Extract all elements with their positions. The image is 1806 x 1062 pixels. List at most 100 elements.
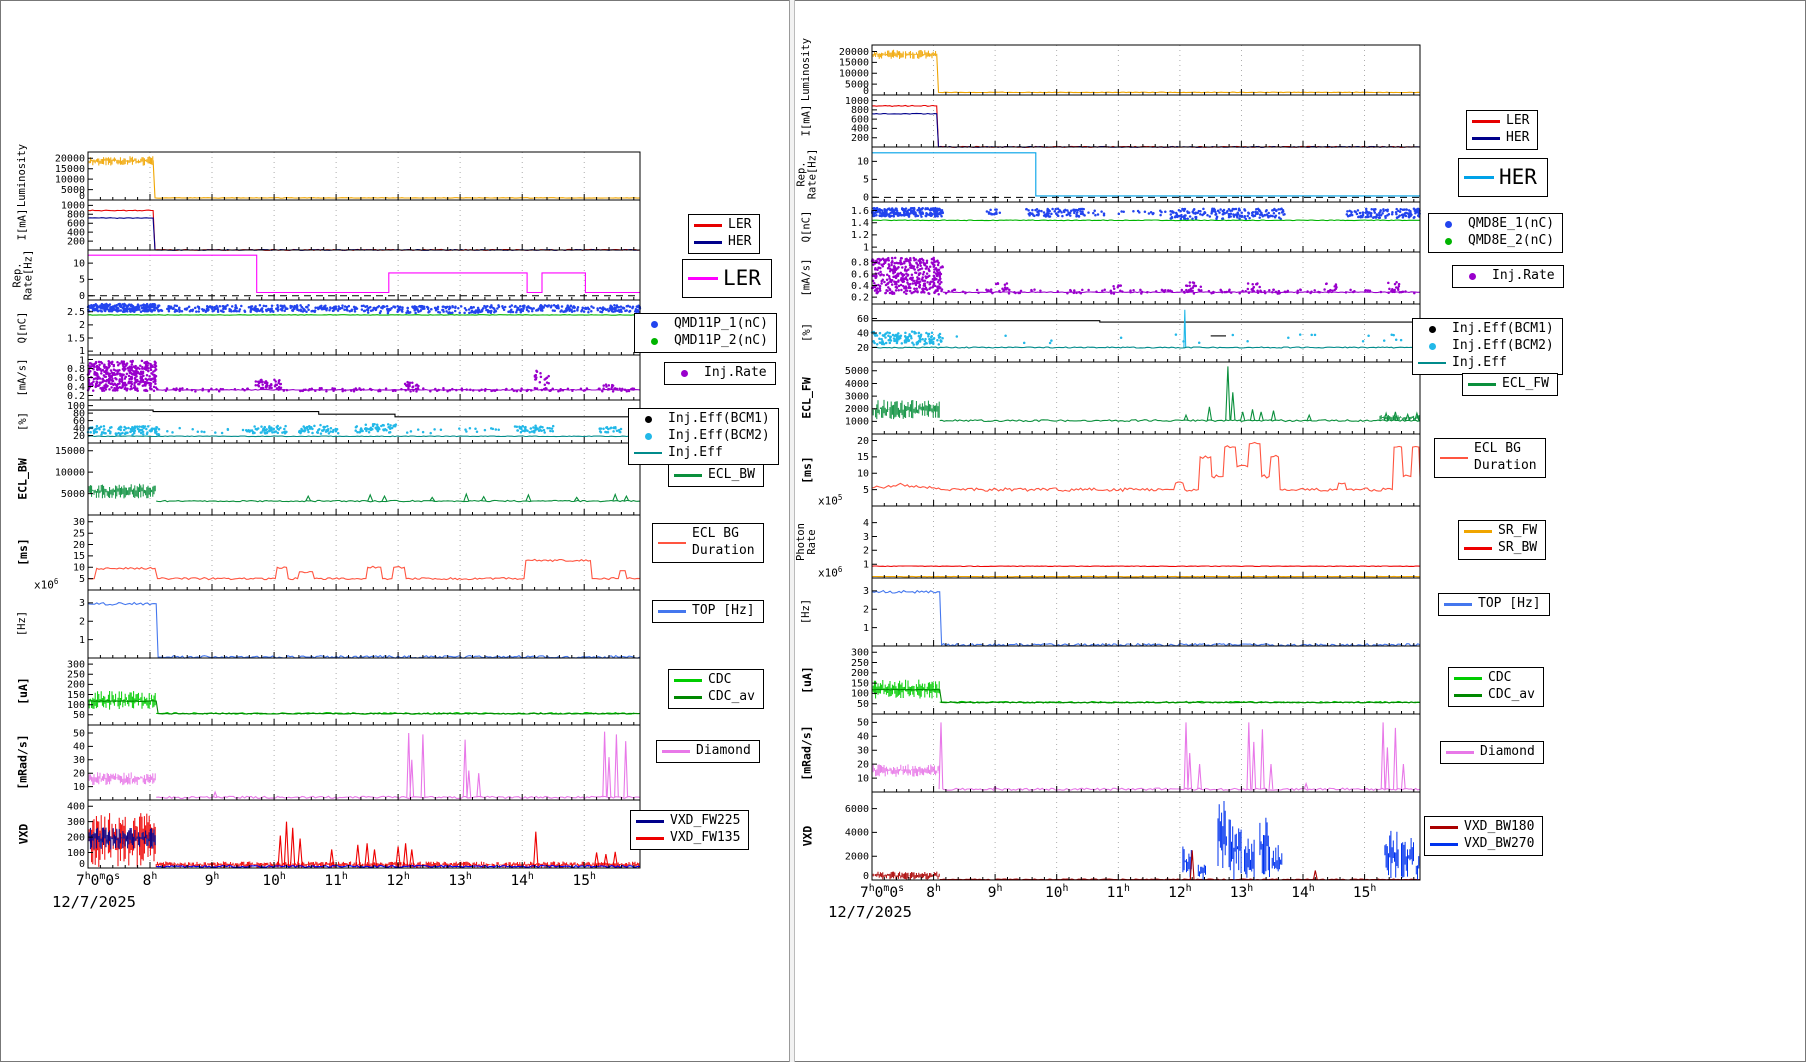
strip-left-current: 2004006008001000 [32,200,644,250]
legend-label: Inj.Eff [668,445,723,462]
series-rep-HER [872,153,1420,196]
plot-ecl-fw: 10002000300040005000 [816,362,1424,434]
line-marker [688,277,718,280]
dot-marker [1433,238,1463,245]
ytick-label: 30 [73,517,85,528]
x-tick-label: 10h [262,871,285,889]
legend-label: Inj.Eff [1452,355,1507,372]
series-top-line [872,591,1420,647]
x-tick-label: 12h [386,871,409,889]
series-QMD11P_1 [88,304,640,313]
legend-left-current: LERHER [688,214,760,254]
ytick-label: 15000 [55,164,85,175]
strip-right-charge: 11.21.41.6 [816,202,1424,252]
series-inj-eff-line [88,436,640,437]
date-label-left: 12/7/2025 [52,893,136,911]
ytick-label: 5 [79,275,85,286]
series-inj-eff-bcm1 [88,410,640,417]
ylabel-left-top: [Hz] [12,590,34,658]
strip-right-top: 123 [816,578,1424,646]
ylabel-right-luminosity: Luminosity [796,45,818,95]
legend-label: Diamond [696,743,751,760]
plot-vxd: 0100200300400 [32,800,644,868]
ytick-label: 20000 [839,47,869,58]
strip-right-vxd: 0200040006000 [816,792,1424,880]
line-marker [1464,176,1494,179]
frame [88,725,640,800]
ylabel-right-ecl-bg: [ms] [796,434,818,506]
gridlines [934,362,1365,434]
legend-label: ECL_BW [708,467,755,484]
series-vxd-fw135-band [88,813,640,868]
legend-label: ECL BG Duration [692,526,755,560]
frame [872,434,1420,506]
gridlines [150,725,584,800]
ylabel-left-diamond: [mRad/s] [12,725,34,800]
ytick-label: 1.6 [851,206,869,217]
axis-ticks [88,451,634,515]
series-HER [872,113,1420,147]
x-tick-label: 12h [1168,883,1191,901]
axis-ticks [872,319,1414,363]
strip-right-current: 2004006008001000 [816,95,1424,147]
legend-item: CDC_av [1453,687,1535,704]
legend-label: VXD_FW135 [670,830,740,847]
legend-label: CDC [708,672,731,689]
plot-diamond: 1020304050 [816,714,1424,792]
ytick-label: 150 [67,690,85,701]
legend-item: Diamond [661,743,751,760]
axis-ticks [88,158,634,200]
ytick-label: 10 [857,157,869,168]
line-marker [1445,751,1475,754]
ytick-label: 1.4 [851,218,869,229]
gridlines [934,45,1365,95]
series-vxd-bw180-band [872,872,939,880]
legend-right-ecl-bg: ECL BG Duration [1434,438,1546,478]
legend-label: VXD_BW270 [1464,836,1534,853]
legend-right-current: LERHER [1466,110,1538,150]
ytick-label: 30 [73,755,85,766]
series-cdc-av [872,689,1420,703]
axis-ticks [872,262,1414,304]
legend-label: TOP [Hz] [1478,596,1541,613]
legend-item: ECL BG Duration [1439,441,1537,475]
series-inj-rate-line [156,390,640,391]
strip-left-cdc: 50100150200250300 [32,658,644,725]
x-tick-label: 9h [988,883,1003,901]
frame [88,152,640,200]
gridlines [934,792,1365,880]
legend-left-top: TOP [Hz] [652,600,764,623]
axis-ticks [88,806,634,868]
ylabel-left-current: I[mA] [12,200,34,250]
legend-label: Inj.Eff(BCM2) [668,428,770,445]
ytick-label: 10 [73,782,85,793]
frame [88,800,640,868]
legend-right-ecl-fw: ECL_FW [1462,373,1558,396]
gridlines [934,578,1365,646]
ytick-label: 20 [73,769,85,780]
x-tick-label: 13h [1230,883,1253,901]
legend-item: Inj.Eff(BCM1) [1417,321,1554,338]
series-ecl-bw-band [88,484,155,499]
ytick-label: 20 [857,343,869,354]
legend-item: Inj.Eff [633,445,770,462]
series-inj-eff-bcm2 [872,332,1401,345]
series-cdc-av [88,701,640,714]
ytick-label: 0.2 [851,292,869,303]
ytick-label: 40 [857,732,869,743]
ytick-label: 10000 [55,174,85,185]
plot-cdc: 50100150200250300 [816,646,1424,714]
legend-label: Inj.Eff(BCM1) [1452,321,1554,338]
strip-left-rep-rate: 0510 [32,250,644,300]
legend-item: CDC_av [673,689,755,706]
x-tick-label: 8h [926,883,941,901]
ytick-label: 200 [67,832,85,843]
line-marker [657,610,687,613]
legend-left-charge: QMD11P_1(nC)QMD11P_2(nC) [634,313,777,353]
ytick-label: 2.5 [67,307,85,318]
legend-item: LER [1471,113,1529,130]
ytick-label: 1000 [61,201,85,212]
ytick-label: 4000 [845,828,869,839]
dot-marker [1417,326,1447,333]
series-diamond-spikes [213,732,627,798]
